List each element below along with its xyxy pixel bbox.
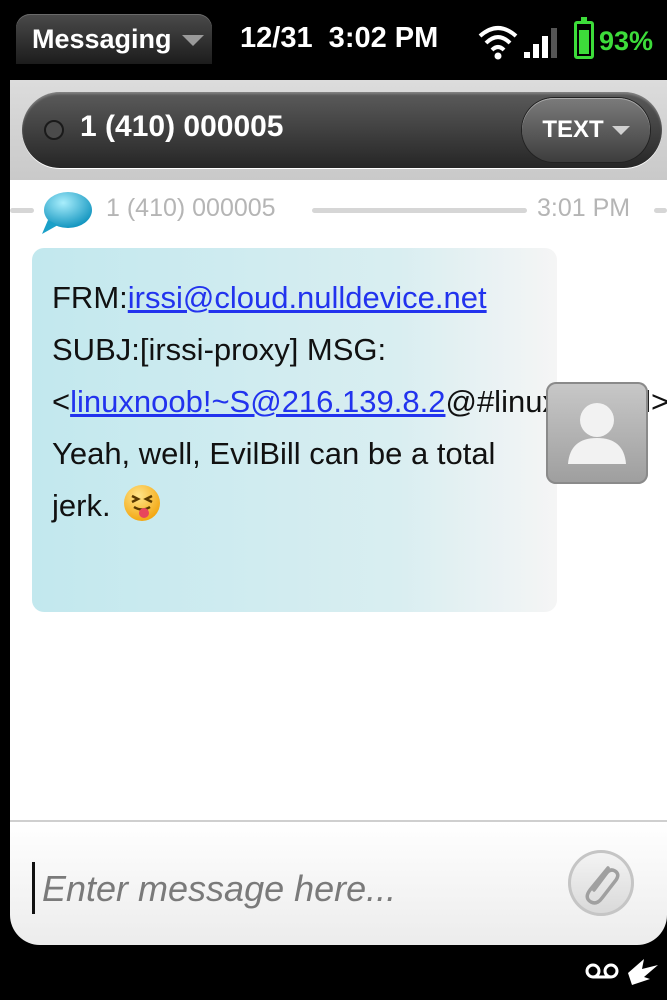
wifi-icon	[478, 26, 518, 60]
message-input[interactable]	[40, 860, 564, 918]
paperclip-icon	[585, 866, 620, 905]
conversation-view: 1 (410) 000005 TEXT 1 (410) 000005 3:01 …	[10, 80, 667, 820]
divider-time: 3:01 PM	[537, 194, 631, 222]
message-divider: 1 (410) 000005 3:01 PM	[10, 190, 667, 234]
signal-icon	[524, 28, 557, 58]
conversation-header: 1 (410) 000005 TEXT	[10, 80, 667, 180]
app-menu-label: Messaging	[32, 23, 172, 54]
chevron-down-icon	[611, 125, 630, 135]
presence-indicator-icon	[44, 120, 64, 140]
text-cursor	[32, 862, 35, 914]
contact-avatar-icon[interactable]	[546, 382, 648, 484]
attach-button[interactable]	[568, 850, 634, 916]
message-part: FRM:	[52, 280, 128, 315]
contact-pill[interactable]: 1 (410) 000005 TEXT	[22, 92, 662, 168]
email-link[interactable]: irssi@cloud.nulldevice.net	[128, 280, 487, 315]
battery-percent: 93%	[599, 26, 654, 56]
message-text: FRM:irssi@cloud.nulldevice.net SUBJ:[irs…	[52, 272, 667, 532]
app-menu[interactable]: Messaging	[16, 14, 212, 64]
gesture-bar	[0, 945, 667, 1000]
tongue-out-smiley-icon	[124, 485, 161, 521]
message-bubble[interactable]: FRM:irssi@cloud.nulldevice.net SUBJ:[irs…	[32, 248, 667, 612]
contact-name: 1 (410) 000005	[80, 110, 284, 143]
gesture-area-icon[interactable]	[624, 955, 660, 987]
voicemail-icon[interactable]	[584, 959, 620, 983]
compose-area	[10, 820, 667, 945]
status-date-time: 12/31 3:02 PM	[240, 22, 439, 54]
address-link[interactable]: linuxnoob!~S@216.139.8.2	[70, 384, 445, 419]
transport-label: TEXT	[542, 116, 604, 143]
chevron-down-icon	[181, 35, 204, 46]
chat-bubble-icon	[42, 192, 92, 234]
status-bar: Messaging 12/31 3:02 PM 93%	[0, 0, 667, 80]
battery-icon	[574, 17, 594, 59]
transport-selector-button[interactable]: TEXT	[522, 98, 650, 162]
divider-sender: 1 (410) 000005	[106, 194, 276, 222]
